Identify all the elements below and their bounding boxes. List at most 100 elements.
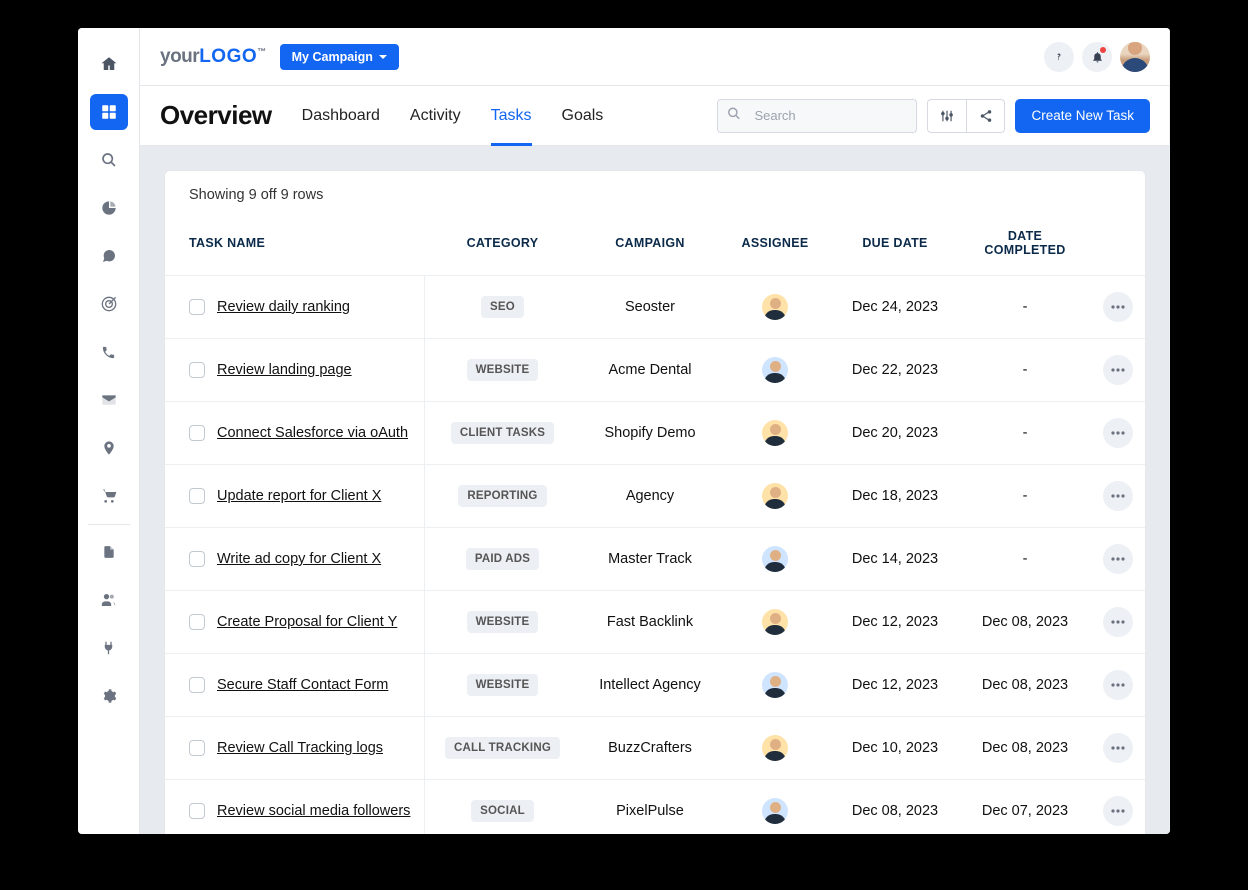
notification-dot-icon xyxy=(1100,47,1106,53)
completed-date: - xyxy=(1023,362,1028,378)
row-more-button[interactable] xyxy=(1103,796,1133,826)
app-frame: yourLOGO™ My Campaign xyxy=(78,28,1170,834)
topbar: yourLOGO™ My Campaign xyxy=(140,28,1170,86)
row-more-button[interactable] xyxy=(1103,607,1133,637)
row-more-button[interactable] xyxy=(1103,418,1133,448)
campaign-name: BuzzCrafters xyxy=(608,740,692,756)
row-more-button[interactable] xyxy=(1103,355,1133,385)
user-avatar[interactable] xyxy=(1120,42,1150,72)
tab-activity[interactable]: Activity xyxy=(410,86,461,145)
campaign-name: Acme Dental xyxy=(608,362,691,378)
sidebar xyxy=(78,28,140,834)
row-checkbox[interactable] xyxy=(189,677,205,693)
tab-tasks[interactable]: Tasks xyxy=(491,86,532,145)
main: yourLOGO™ My Campaign xyxy=(140,28,1170,834)
toolbar-split-button[interactable] xyxy=(927,99,1005,133)
campaign-name: Fast Backlink xyxy=(607,614,693,630)
completed-date: - xyxy=(1023,551,1028,567)
assignee-avatar[interactable] xyxy=(762,420,788,446)
due-date: Dec 12, 2023 xyxy=(852,614,938,630)
th-task: TASK NAME xyxy=(165,217,425,276)
task-link[interactable]: Review social media followers xyxy=(217,803,410,819)
file-icon[interactable] xyxy=(90,534,128,570)
sliders-icon[interactable] xyxy=(928,100,966,132)
category-badge: REPORTING xyxy=(458,485,546,507)
content: Showing 9 off 9 rows TASK NAME CATEGORY … xyxy=(140,146,1170,834)
notifications-button[interactable] xyxy=(1082,42,1112,72)
row-more-button[interactable] xyxy=(1103,292,1133,322)
pie-chart-icon[interactable] xyxy=(90,190,128,226)
assignee-avatar[interactable] xyxy=(762,357,788,383)
campaign-dropdown[interactable]: My Campaign xyxy=(280,44,399,70)
create-task-button[interactable]: Create New Task xyxy=(1015,99,1150,133)
mail-icon[interactable] xyxy=(90,382,128,418)
dashboard-icon[interactable] xyxy=(90,94,128,130)
chat-icon[interactable] xyxy=(90,238,128,274)
row-checkbox[interactable] xyxy=(189,299,205,315)
task-link[interactable]: Secure Staff Contact Form xyxy=(217,677,388,693)
assignee-avatar[interactable] xyxy=(762,294,788,320)
category-badge: PAID ADS xyxy=(466,548,539,570)
settings-icon[interactable] xyxy=(90,678,128,714)
row-checkbox[interactable] xyxy=(189,803,205,819)
topbar-right xyxy=(1044,42,1150,72)
assignee-avatar[interactable] xyxy=(762,735,788,761)
row-checkbox[interactable] xyxy=(189,488,205,504)
row-more-button[interactable] xyxy=(1103,481,1133,511)
plug-icon[interactable] xyxy=(90,630,128,666)
row-checkbox[interactable] xyxy=(189,614,205,630)
row-checkbox[interactable] xyxy=(189,425,205,441)
table-row: Update report for Client XREPORTINGAgenc… xyxy=(165,465,1145,528)
assignee-avatar[interactable] xyxy=(762,609,788,635)
phone-icon[interactable] xyxy=(90,334,128,370)
row-more-button[interactable] xyxy=(1103,670,1133,700)
cart-icon[interactable] xyxy=(90,478,128,514)
tab-dashboard[interactable]: Dashboard xyxy=(302,86,380,145)
task-link[interactable]: Write ad copy for Client X xyxy=(217,551,381,567)
users-icon[interactable] xyxy=(90,582,128,618)
table-header-row: TASK NAME CATEGORY CAMPAIGN ASSIGNEE DUE… xyxy=(165,217,1145,276)
target-icon[interactable] xyxy=(90,286,128,322)
due-date: Dec 22, 2023 xyxy=(852,362,938,378)
help-button[interactable] xyxy=(1044,42,1074,72)
due-date: Dec 12, 2023 xyxy=(852,677,938,693)
campaign-name: PixelPulse xyxy=(616,803,684,819)
assignee-avatar[interactable] xyxy=(762,672,788,698)
row-more-button[interactable] xyxy=(1103,733,1133,763)
logo-tm: ™ xyxy=(257,46,266,56)
task-link[interactable]: Create Proposal for Client Y xyxy=(217,614,397,630)
task-link[interactable]: Connect Salesforce via oAuth xyxy=(217,425,408,441)
campaign-name: Intellect Agency xyxy=(599,677,701,693)
campaign-name: Shopify Demo xyxy=(604,425,695,441)
task-link[interactable]: Review Call Tracking logs xyxy=(217,740,383,756)
secondbar: Overview Dashboard Activity Tasks Goals xyxy=(140,86,1170,146)
tab-goals[interactable]: Goals xyxy=(562,86,604,145)
category-badge: SEO xyxy=(481,296,524,318)
logo-part2: LOGO xyxy=(199,46,257,67)
row-checkbox[interactable] xyxy=(189,362,205,378)
assignee-avatar[interactable] xyxy=(762,483,788,509)
row-checkbox[interactable] xyxy=(189,551,205,567)
campaign-name: Master Track xyxy=(608,551,692,567)
share-icon[interactable] xyxy=(966,100,1004,132)
location-icon[interactable] xyxy=(90,430,128,466)
search-icon[interactable] xyxy=(90,142,128,178)
assignee-avatar[interactable] xyxy=(762,798,788,824)
due-date: Dec 10, 2023 xyxy=(852,740,938,756)
search-input[interactable] xyxy=(717,99,917,133)
task-link[interactable]: Update report for Client X xyxy=(217,488,381,504)
row-checkbox[interactable] xyxy=(189,740,205,756)
task-link[interactable]: Review daily ranking xyxy=(217,299,350,315)
logo-part1: your xyxy=(160,46,199,67)
category-badge: CLIENT TASKS xyxy=(451,422,554,444)
assignee-avatar[interactable] xyxy=(762,546,788,572)
tasks-card: Showing 9 off 9 rows TASK NAME CATEGORY … xyxy=(164,170,1146,834)
category-badge: WEBSITE xyxy=(467,359,539,381)
task-link[interactable]: Review landing page xyxy=(217,362,352,378)
category-badge: SOCIAL xyxy=(471,800,534,822)
home-icon[interactable] xyxy=(90,46,128,82)
row-more-button[interactable] xyxy=(1103,544,1133,574)
completed-date: - xyxy=(1023,299,1028,315)
th-due: DUE DATE xyxy=(830,217,960,276)
campaign-label: My Campaign xyxy=(292,50,373,64)
